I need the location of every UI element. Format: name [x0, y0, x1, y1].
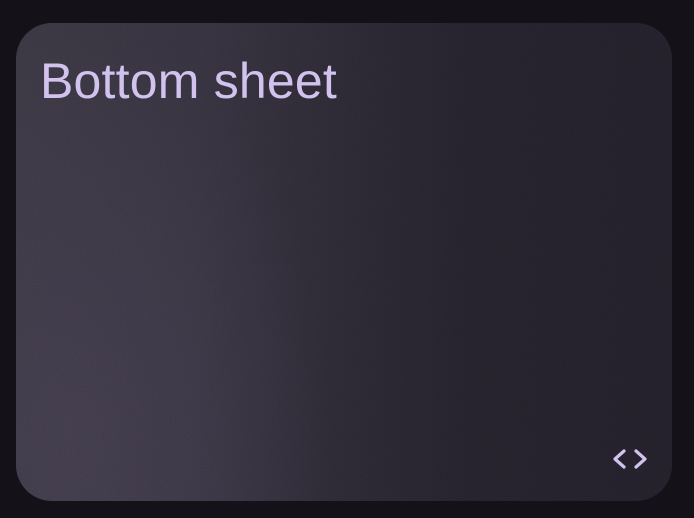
- view-code-button[interactable]: [606, 439, 654, 479]
- card-title: Bottom sheet: [40, 53, 338, 109]
- bottom-sheet-card[interactable]: Bottom sheet: [16, 23, 672, 501]
- code-brackets-icon: [613, 449, 647, 469]
